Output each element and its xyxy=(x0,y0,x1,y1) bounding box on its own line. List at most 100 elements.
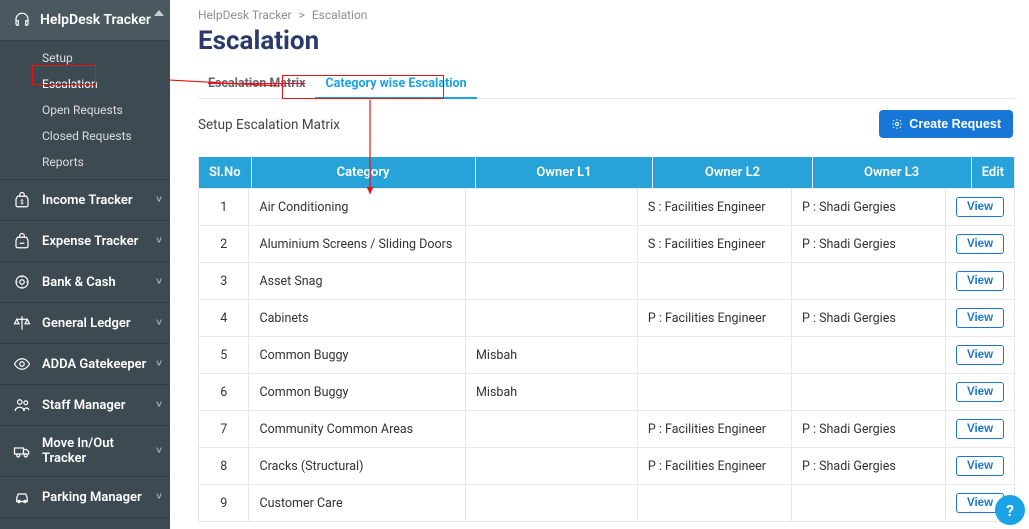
view-button[interactable]: View xyxy=(956,197,1004,217)
cell-slno: 9 xyxy=(199,485,249,521)
table-row: 6Common BuggyMisbah View xyxy=(199,373,1014,410)
cell-slno: 3 xyxy=(199,263,249,299)
sidebar-item-parking-manager[interactable]: Parking Manager˅ xyxy=(0,476,170,517)
th-owner-l1: Owner L1 xyxy=(476,157,654,188)
cell-edit: View xyxy=(946,300,1014,336)
sidebar-item-facility-activity[interactable]: Facility & Activity˅ xyxy=(0,517,170,529)
cell-category: Cabinets xyxy=(249,300,466,336)
sidebar-sub-open-requests[interactable]: Open Requests xyxy=(0,97,170,123)
help-bubble[interactable]: ? xyxy=(995,495,1025,525)
th-slno: Sl.No xyxy=(199,157,252,188)
cell-edit: View xyxy=(946,448,1014,484)
sidebar-active-module[interactable]: HelpDesk Tracker xyxy=(0,0,170,41)
cell-category: Common Buggy xyxy=(249,337,466,373)
table-row: 1Air Conditioning S : Facilities Engineer… xyxy=(199,188,1014,225)
cell-slno: 6 xyxy=(199,374,249,410)
cell-owner-l3 xyxy=(792,374,946,410)
headset-icon xyxy=(12,10,32,30)
svg-text:$: $ xyxy=(20,199,24,206)
th-edit: Edit xyxy=(972,157,1014,188)
chevron-down-icon: ˅ xyxy=(156,359,162,370)
create-request-button[interactable]: Create Request xyxy=(879,110,1013,138)
cell-owner-l1: Misbah xyxy=(466,337,638,373)
cell-slno: 7 xyxy=(199,411,249,447)
people-icon xyxy=(12,395,32,415)
cell-category: Air Conditioning xyxy=(249,189,466,225)
table-row: 9Customer CareView xyxy=(199,484,1014,521)
truck-icon xyxy=(12,441,32,461)
view-button[interactable]: View xyxy=(956,382,1004,402)
cell-owner-l2 xyxy=(638,337,792,373)
sidebar: HelpDesk Tracker Setup Escalation Open R… xyxy=(0,0,170,529)
table-row: 5Common BuggyMisbah View xyxy=(199,336,1014,373)
chevron-down-icon: ˅ xyxy=(156,195,162,206)
cell-owner-l2: S : Facilities Engineer xyxy=(638,226,792,262)
cell-category: Customer Care xyxy=(249,485,466,521)
cell-edit: View xyxy=(946,263,1014,299)
sidebar-item-gatekeeper[interactable]: ADDA Gatekeeper˅ xyxy=(0,343,170,384)
view-button[interactable]: View xyxy=(956,345,1004,365)
sidebar-item-income-tracker[interactable]: $ Income Tracker˅ xyxy=(0,179,170,220)
cell-slno: 2 xyxy=(199,226,249,262)
view-button[interactable]: View xyxy=(956,271,1004,291)
cell-slno: 1 xyxy=(199,189,249,225)
cell-owner-l1: Misbah xyxy=(466,374,638,410)
sidebar-sub-setup[interactable]: Setup xyxy=(0,45,170,71)
cell-owner-l3 xyxy=(792,485,946,521)
view-button[interactable]: View xyxy=(956,308,1004,328)
escalation-table: Sl.No Category Owner L1 Owner L2 Owner L… xyxy=(198,157,1015,522)
cell-owner-l3: P : Shadi Gergies xyxy=(792,189,946,225)
view-button[interactable]: View xyxy=(956,234,1004,254)
tab-escalation-matrix[interactable]: Escalation Matrix xyxy=(198,68,315,98)
sidebar-item-move-tracker[interactable]: Move In/Out Tracker˅ xyxy=(0,425,170,476)
cell-owner-l1 xyxy=(466,300,638,336)
safe-icon xyxy=(12,272,32,292)
sidebar-active-module-label: HelpDesk Tracker xyxy=(40,12,151,28)
tab-category-wise-escalation[interactable]: Category wise Escalation xyxy=(315,68,476,99)
scale-icon xyxy=(12,313,32,333)
chevron-down-icon: ˅ xyxy=(156,400,162,411)
tabs: Escalation Matrix Category wise Escalati… xyxy=(198,68,1015,99)
sidebar-item-expense-tracker[interactable]: Expense Tracker˅ xyxy=(0,220,170,261)
cell-edit: View xyxy=(946,411,1014,447)
cell-edit: View xyxy=(946,337,1014,373)
cell-owner-l1 xyxy=(466,485,638,521)
sidebar-item-staff-manager[interactable]: Staff Manager˅ xyxy=(0,384,170,425)
cell-owner-l2 xyxy=(638,374,792,410)
cell-category: Asset Snag xyxy=(249,263,466,299)
sidebar-item-general-ledger[interactable]: General Ledger˅ xyxy=(0,302,170,343)
cell-category: Aluminium Screens / Sliding Doors xyxy=(249,226,466,262)
main-content: HelpDesk Tracker > Escalation Escalation… xyxy=(170,0,1029,529)
cell-owner-l3: P : Shadi Gergies xyxy=(792,448,946,484)
chevron-down-icon: ˅ xyxy=(156,492,162,503)
sidebar-sub-escalation[interactable]: Escalation xyxy=(0,71,170,97)
caret-up-icon xyxy=(154,10,164,16)
cell-category: Community Common Areas xyxy=(249,411,466,447)
sidebar-submenu: Setup Escalation Open Requests Closed Re… xyxy=(0,41,170,179)
sidebar-sub-closed-requests[interactable]: Closed Requests xyxy=(0,123,170,149)
cell-owner-l1 xyxy=(466,448,638,484)
cell-category: Common Buggy xyxy=(249,374,466,410)
cell-owner-l3 xyxy=(792,337,946,373)
cell-owner-l2 xyxy=(638,263,792,299)
cell-edit: View xyxy=(946,189,1014,225)
cell-edit: View xyxy=(946,226,1014,262)
cell-slno: 4 xyxy=(199,300,249,336)
th-owner-l3: Owner L3 xyxy=(813,157,972,188)
cell-owner-l2: S : Facilities Engineer xyxy=(638,189,792,225)
bag-dash-icon xyxy=(12,231,32,251)
bag-dollar-icon: $ xyxy=(12,190,32,210)
cell-slno: 8 xyxy=(199,448,249,484)
sidebar-sub-reports[interactable]: Reports xyxy=(0,149,170,175)
cell-owner-l2 xyxy=(638,485,792,521)
cell-owner-l1 xyxy=(466,226,638,262)
cell-edit: View xyxy=(946,374,1014,410)
sidebar-item-bank-cash[interactable]: Bank & Cash˅ xyxy=(0,261,170,302)
view-button[interactable]: View xyxy=(956,456,1004,476)
cell-owner-l2: P : Facilities Engineer xyxy=(638,300,792,336)
cell-owner-l1 xyxy=(466,189,638,225)
cell-owner-l1 xyxy=(466,263,638,299)
view-button[interactable]: View xyxy=(956,419,1004,439)
cell-slno: 5 xyxy=(199,337,249,373)
breadcrumb: HelpDesk Tracker > Escalation xyxy=(198,8,1015,22)
